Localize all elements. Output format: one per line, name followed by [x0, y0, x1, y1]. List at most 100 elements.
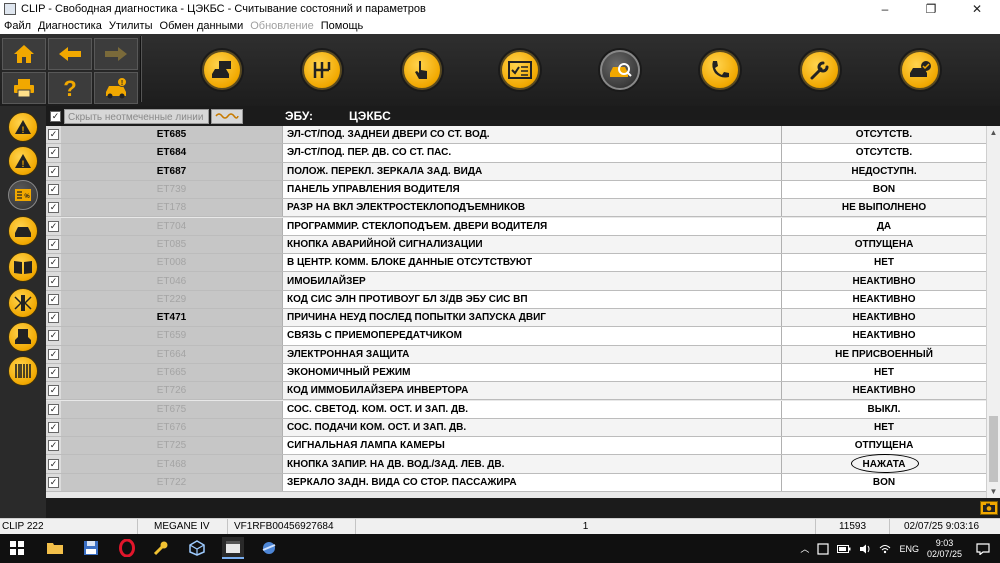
row-checkbox-cell[interactable]: ✓ — [46, 290, 61, 308]
parameters-icon[interactable]: % — [8, 180, 38, 210]
hide-unchecked-toggle[interactable]: ✓ Скрыть неотмеченные линии — [46, 106, 209, 126]
vertical-scrollbar[interactable]: ▲ ▼ — [986, 126, 1000, 498]
row-checkbox[interactable]: ✓ — [48, 293, 59, 305]
row-checkbox[interactable]: ✓ — [48, 385, 59, 397]
row-checkbox[interactable]: ✓ — [48, 367, 59, 379]
row-checkbox[interactable]: ✓ — [48, 476, 59, 488]
scroll-down-icon[interactable]: ▼ — [987, 485, 1000, 498]
network-status-icon[interactable] — [879, 544, 891, 554]
row-checkbox-cell[interactable]: ✓ — [46, 180, 61, 199]
row-checkbox-cell[interactable]: ✓ — [46, 235, 61, 254]
row-checkbox[interactable]: ✓ — [48, 458, 59, 470]
menu-item[interactable]: Обмен данными — [160, 20, 244, 32]
row-checkbox-cell[interactable]: ✓ — [46, 144, 61, 162]
row-checkbox-cell[interactable]: ✓ — [46, 437, 61, 455]
tray-chevron-icon[interactable]: ︿ — [800, 542, 809, 555]
checklist-icon[interactable] — [500, 50, 540, 90]
opera-icon[interactable] — [116, 537, 138, 559]
menu-item[interactable]: Диагностика — [38, 20, 102, 32]
row-checkbox-cell[interactable]: ✓ — [46, 363, 61, 382]
warning-alt-icon[interactable]: ! — [8, 146, 38, 176]
row-checkbox-cell[interactable]: ✓ — [46, 162, 61, 180]
maximize-button[interactable]: ❐ — [908, 0, 954, 18]
row-checkbox-cell[interactable]: ✓ — [46, 327, 61, 345]
row-checkbox[interactable]: ✓ — [48, 257, 59, 269]
row-checkbox-cell[interactable]: ✓ — [46, 309, 61, 327]
satellite-icon[interactable] — [258, 537, 280, 559]
file-explorer-icon[interactable] — [44, 537, 66, 559]
hide-unchecked-checkbox[interactable]: ✓ — [50, 110, 61, 122]
row-checkbox-cell[interactable]: ✓ — [46, 418, 61, 437]
row-checkbox[interactable]: ✓ — [48, 348, 59, 360]
camera-icon[interactable] — [980, 501, 998, 515]
table-row[interactable]: ✓ ET471 ПРИЧИНА НЕУД ПОСЛЕД ПОПЫТКИ ЗАПУСК… — [46, 309, 986, 328]
home-icon[interactable] — [2, 38, 46, 70]
row-checkbox[interactable]: ✓ — [48, 220, 59, 232]
table-row[interactable]: ✓ ET739 ПАНЕЛЬ УПРАВЛЕНИЯ ВОДИТЕЛЯ BON — [46, 180, 986, 200]
row-checkbox-cell[interactable]: ✓ — [46, 382, 61, 400]
scroll-up-icon[interactable]: ▲ — [987, 126, 1000, 139]
warning-icon[interactable]: ! — [8, 112, 38, 142]
notifications-icon[interactable] — [976, 542, 990, 555]
touch-test-icon[interactable] — [402, 50, 442, 90]
table-row[interactable]: ✓ ET046 ИМОБИЛАЙЗЕР НЕАКТИВНО — [46, 272, 986, 291]
row-checkbox[interactable]: ✓ — [48, 403, 59, 415]
table-row[interactable]: ✓ ET085 КНОПКА АВАРИЙНОЙ СИГНАЛИЗАЦИИ ОТПУЩ… — [46, 235, 986, 255]
table-row[interactable]: ✓ ET725 СИГНАЛЬНАЯ ЛАМПА КАМЕРЫ ОТПУЩЕНА — [46, 437, 986, 456]
row-checkbox-cell[interactable]: ✓ — [46, 272, 61, 290]
row-checkbox[interactable]: ✓ — [48, 312, 59, 324]
language-indicator[interactable]: ENG — [899, 544, 919, 554]
3d-box-icon[interactable] — [186, 537, 208, 559]
save-disk-icon[interactable] — [80, 537, 102, 559]
table-row[interactable]: ✓ ET676 СОС. ПОДАЧИ КОМ. ОСТ. И ЗАП. ДВ. НЕ… — [46, 418, 986, 438]
table-row[interactable]: ✓ ET685 ЭЛ-СТ/ПОД. ЗАДНЕИ ДВЕРИ СО СТ. ВОД… — [46, 126, 986, 145]
vehicle-id-icon[interactable] — [202, 50, 242, 90]
repair-wrench-icon[interactable] — [800, 50, 840, 90]
table-row[interactable]: ✓ ET722 ЗЕРКАЛО ЗАДН. ВИДА СО СТОР. ПАССАЖ… — [46, 473, 986, 492]
start-icon[interactable] — [6, 537, 28, 559]
table-row[interactable]: ✓ ET659 СВЯЗЬ С ПРИЕМОПЕРЕДАТЧИКОМ НЕАКТИВН… — [46, 327, 986, 346]
menu-item[interactable]: Файл — [4, 20, 31, 32]
minimize-button[interactable]: – — [862, 0, 908, 18]
row-checkbox-cell[interactable]: ✓ — [46, 126, 61, 144]
vehicle-info-icon[interactable]: ! — [94, 72, 138, 104]
ecu-scan-icon[interactable] — [600, 50, 640, 90]
table-row[interactable]: ✓ ET675 СОС. СВЕТОД. КОМ. ОСТ. И ЗАП. ДВ. В… — [46, 400, 986, 419]
battery-icon[interactable] — [837, 544, 851, 553]
row-checkbox-cell[interactable]: ✓ — [46, 199, 61, 217]
table-row[interactable]: ✓ ET687 ПОЛОЖ. ПЕРЕКЛ. ЗЕРКАЛА ЗАД. ВИДА НЕ… — [46, 162, 986, 181]
vehicle-save-icon[interactable] — [8, 322, 38, 352]
help-icon[interactable]: ? — [48, 72, 92, 104]
row-checkbox-cell[interactable]: ✓ — [46, 455, 61, 473]
row-checkbox[interactable]: ✓ — [48, 238, 59, 250]
row-checkbox-cell[interactable]: ✓ — [46, 473, 61, 491]
row-checkbox-cell[interactable]: ✓ — [46, 400, 61, 418]
volume-icon[interactable] — [859, 544, 871, 554]
row-checkbox-cell[interactable]: ✓ — [46, 254, 61, 272]
hide-unchecked-label[interactable]: Скрыть неотмеченные линии — [64, 108, 209, 124]
tray-app-icon[interactable] — [817, 542, 830, 555]
row-checkbox[interactable]: ✓ — [48, 275, 59, 287]
vehicle-check-icon[interactable] — [900, 50, 940, 90]
row-checkbox-cell[interactable]: ✓ — [46, 345, 61, 363]
manual-book-icon[interactable] — [8, 252, 38, 282]
back-arrow-icon[interactable] — [48, 38, 92, 70]
row-checkbox[interactable]: ✓ — [48, 440, 59, 452]
print-icon[interactable] — [2, 72, 46, 104]
table-row[interactable]: ✓ ET726 КОД ИММОБИЛАЙЗЕРА ИНВЕРТОРА НЕАКТИВ… — [46, 382, 986, 401]
network-icon[interactable] — [8, 288, 38, 318]
table-row[interactable]: ✓ ET229 КОД СИС ЭЛН ПРОТИВОУГ БЛ З/ДВ ЭБУ … — [46, 290, 986, 309]
close-button[interactable]: ✕ — [954, 0, 1000, 18]
forward-arrow-icon[interactable] — [94, 38, 138, 70]
row-checkbox[interactable]: ✓ — [48, 330, 59, 342]
table-row[interactable]: ✓ ET008 В ЦЕНТР. КОММ. БЛОКЕ ДАННЫЕ ОТСУТС… — [46, 254, 986, 273]
table-row[interactable]: ✓ ET665 ЭКОНОМИЧНЫЙ РЕЖИМ НЕТ — [46, 363, 986, 383]
gearbox-icon[interactable] — [302, 50, 342, 90]
row-checkbox-cell[interactable]: ✓ — [46, 217, 61, 235]
phone-support-icon[interactable] — [700, 50, 740, 90]
table-row[interactable]: ✓ ET664 ЭЛЕКТРОННАЯ ЗАЩИТА НЕ ПРИСВОЕННЫЙ — [46, 345, 986, 364]
tool-icon[interactable] — [150, 537, 172, 559]
row-checkbox[interactable]: ✓ — [48, 184, 59, 196]
table-row[interactable]: ✓ ET704 ПРОГРАММИР. СТЕКЛОПОДЪЕМ. ДВЕРИ ВО… — [46, 217, 986, 236]
row-checkbox[interactable]: ✓ — [48, 147, 59, 159]
